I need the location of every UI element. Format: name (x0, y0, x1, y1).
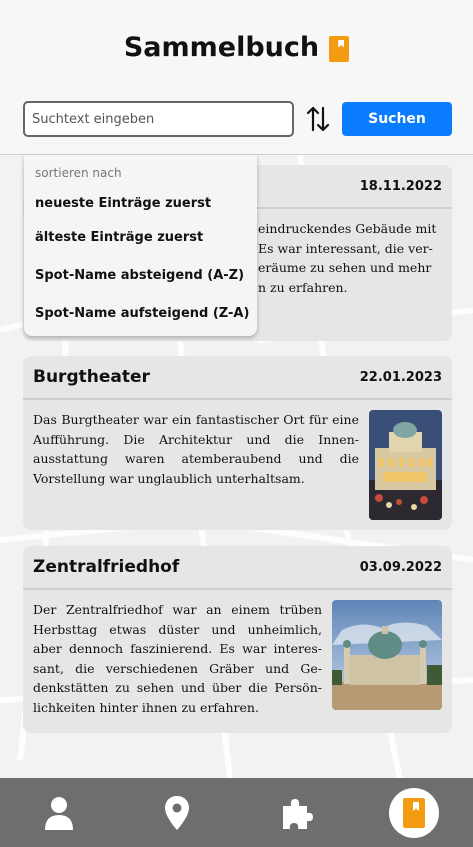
book-icon (329, 35, 350, 62)
entry-card[interactable]: Burgtheater 22.01.2023 Das Burgtheater w… (23, 356, 452, 530)
sort-option-name-desc[interactable]: Spot-Name absteigend (A-Z) (24, 256, 257, 294)
person-icon (45, 796, 74, 830)
sort-dropdown: sortieren nach neueste Einträge zuerst ä… (24, 155, 257, 336)
entry-header: Burgtheater 22.01.2023 (23, 356, 452, 400)
location-pin-icon (165, 795, 190, 830)
entry-text-line: n zu erfahren. (258, 279, 348, 295)
entry-photo[interactable] (369, 410, 442, 520)
nav-puzzle[interactable] (271, 788, 321, 838)
entry-text: eindruckendes Gebäude mit Es war interes… (258, 219, 442, 297)
entry-title: Burgtheater (33, 367, 150, 387)
entry-date: 22.01.2023 (359, 369, 442, 385)
sort-option-oldest[interactable]: älteste Einträge zuerst (24, 218, 257, 256)
entry-header: Zentralfriedhof 03.09.2022 (23, 546, 452, 590)
bottom-navigation (0, 778, 473, 847)
entry-body: Das Burgtheater war ein fantastischer Or… (23, 400, 452, 530)
entry-text: Der Zentralfriedhof war an einem trüben … (33, 602, 322, 715)
header: Sammelbuch Suchen (0, 0, 473, 155)
sort-arrows-icon (306, 106, 330, 132)
nav-collection[interactable] (388, 787, 439, 838)
entry-photo[interactable] (332, 600, 442, 710)
cemetery-church-photo (332, 600, 442, 710)
puzzle-icon (282, 798, 313, 829)
sort-option-name-asc[interactable]: Spot-Name aufsteigend (Z-A) (24, 294, 257, 332)
title-row: Sammelbuch (0, 32, 473, 63)
nav-map[interactable] (152, 788, 202, 838)
entry-body: Der Zentralfriedhof war an einem trüben … (23, 590, 452, 727)
sort-option-newest[interactable]: neueste Einträge zuerst (24, 188, 257, 218)
entry-card[interactable]: Zentralfriedhof 03.09.2022 Der Zentralfr… (23, 546, 452, 733)
search-input[interactable] (23, 101, 294, 137)
entry-text: Das Burgtheater war ein fantastischer Or… (33, 412, 359, 486)
book-icon (402, 797, 425, 828)
nav-profile[interactable] (34, 788, 84, 838)
search-button[interactable]: Suchen (342, 102, 452, 136)
entry-text-line: eräume zu sehen und mehr (258, 260, 432, 275)
entry-date: 03.09.2022 (359, 559, 442, 575)
entry-text-line: Es war interessant, die ver- (258, 240, 433, 256)
entry-title: Zentralfriedhof (33, 557, 180, 577)
sort-label: sortieren nach (35, 166, 122, 180)
entry-text-line: eindruckendes Gebäude mit (258, 221, 437, 236)
sort-button[interactable] (303, 102, 333, 136)
page-title: Sammelbuch (123, 32, 320, 63)
entry-date: 18.11.2022 (359, 178, 442, 194)
theater-photo (369, 410, 442, 520)
